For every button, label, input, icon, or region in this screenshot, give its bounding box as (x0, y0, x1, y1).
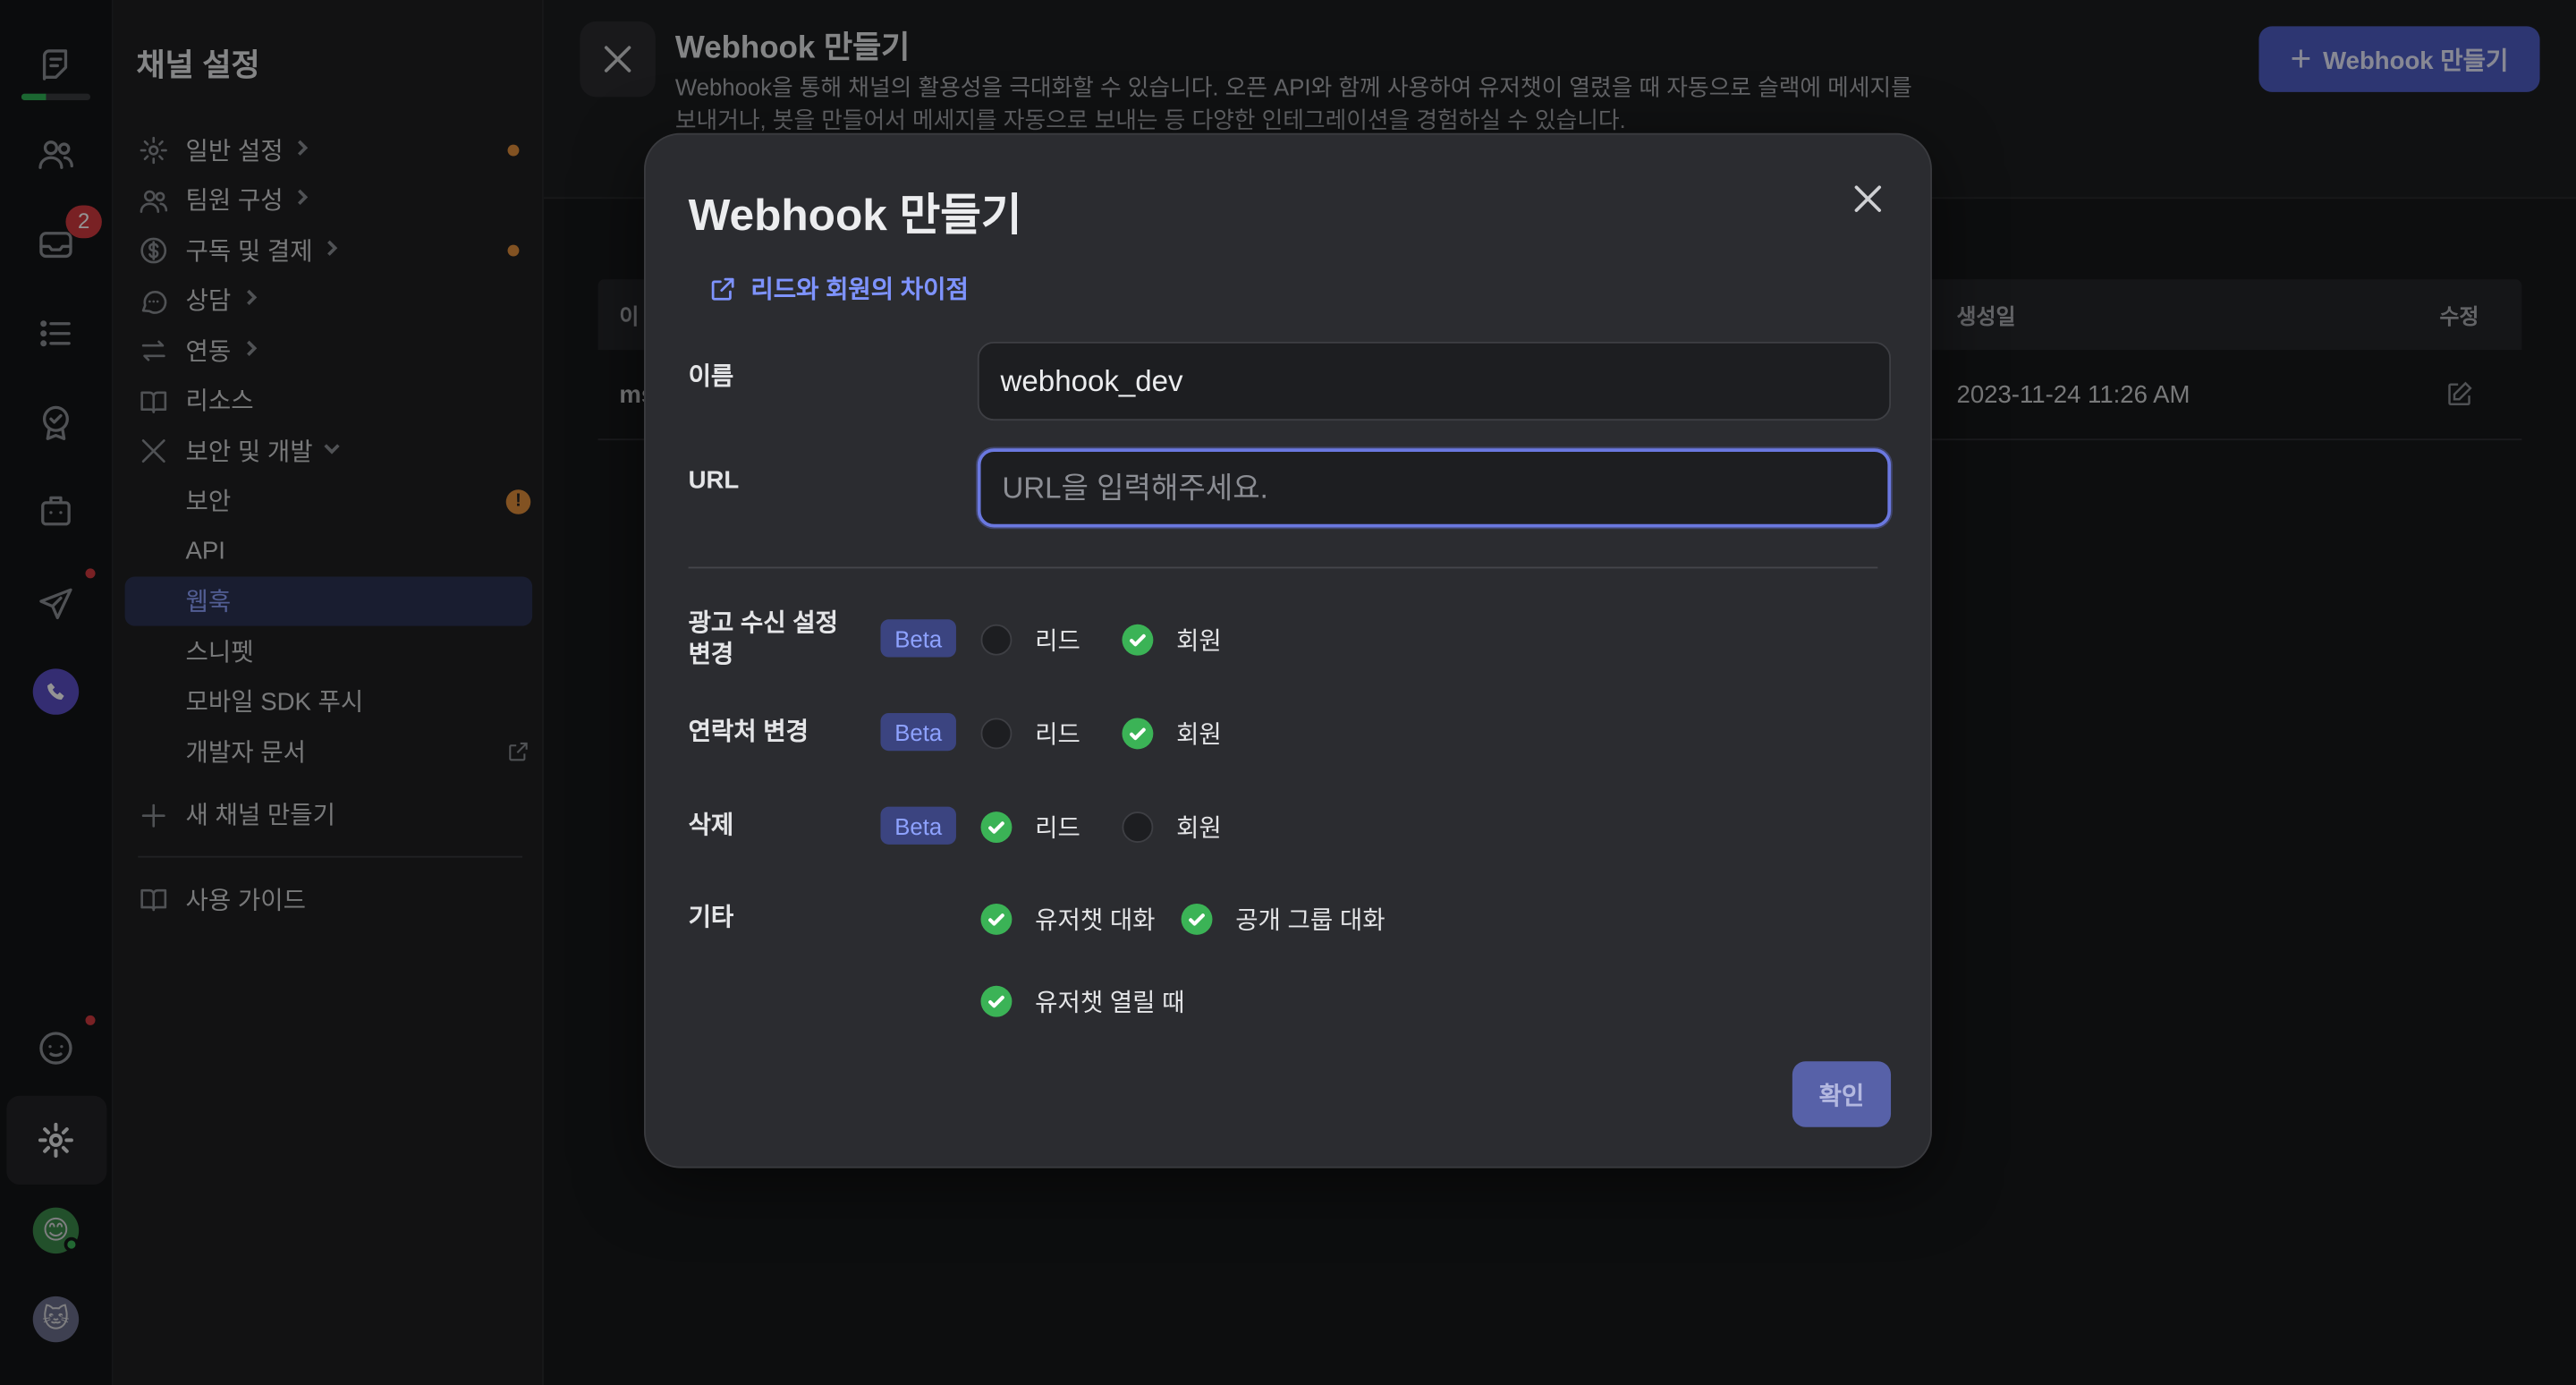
check-icon (980, 985, 1013, 1017)
userchat-opened-checkbox[interactable]: 유저챗 열릴 때 (980, 984, 1185, 1019)
name-label: 이름 (688, 362, 734, 392)
delete-lead-checkbox[interactable]: 리드 (980, 810, 1080, 845)
check-icon (980, 811, 1013, 844)
contact-change-label: 연락처 변경 (688, 718, 809, 746)
checkbox-label: 회원 (1176, 814, 1222, 844)
other-label: 기타 (688, 903, 734, 932)
modal-divider (688, 566, 1878, 569)
marketing-consent-label: 광고 수신 설정 변경 (688, 609, 838, 669)
beta-badge: Beta (880, 806, 956, 845)
url-field[interactable] (977, 448, 1892, 528)
checkbox-label: 회원 (1176, 721, 1222, 750)
checkbox-label: 유저챗 열릴 때 (1035, 989, 1185, 1017)
checkbox-label: 리드 (1035, 627, 1080, 656)
checkbox-unchecked (1122, 811, 1154, 844)
checkbox-label: 유저챗 대화 (1035, 906, 1156, 935)
marketing-lead-checkbox[interactable]: 리드 (980, 623, 1080, 658)
check-icon (1122, 718, 1154, 750)
checkbox-label: 리드 (1035, 814, 1080, 844)
confirm-button[interactable]: 확인 (1792, 1061, 1892, 1127)
public-group-checkbox[interactable]: 공개 그룹 대화 (1181, 902, 1385, 937)
checkbox-unchecked (980, 718, 1013, 750)
check-icon (1181, 903, 1213, 935)
checkbox-label: 회원 (1176, 627, 1222, 656)
help-link-label: 리드와 회원의 차이점 (750, 276, 969, 304)
delete-member-checkbox[interactable]: 회원 (1122, 810, 1222, 845)
close-icon[interactable] (1848, 179, 1887, 218)
create-webhook-modal: Webhook 만들기 리드와 회원의 차이점 이름 URL 광고 수신 설정 … (643, 132, 1932, 1168)
checkbox-label: 공개 그룹 대화 (1235, 906, 1385, 935)
checkbox-label: 리드 (1035, 721, 1080, 750)
check-icon (1122, 624, 1154, 656)
userchat-conversation-checkbox[interactable]: 유저챗 대화 (980, 902, 1156, 937)
external-link-icon (711, 276, 734, 300)
contact-lead-checkbox[interactable]: 리드 (980, 717, 1080, 752)
contact-member-checkbox[interactable]: 회원 (1122, 717, 1222, 752)
beta-badge: Beta (880, 619, 956, 658)
lead-vs-member-link[interactable]: 리드와 회원의 차이점 (708, 271, 969, 306)
marketing-member-checkbox[interactable]: 회원 (1122, 623, 1222, 658)
modal-title: Webhook 만들기 (688, 191, 1022, 241)
check-icon (980, 903, 1013, 935)
delete-label: 삭제 (688, 811, 734, 840)
url-label: URL (688, 466, 740, 495)
beta-badge: Beta (880, 712, 956, 752)
checkbox-unchecked (980, 624, 1013, 656)
name-field[interactable] (977, 341, 1892, 421)
